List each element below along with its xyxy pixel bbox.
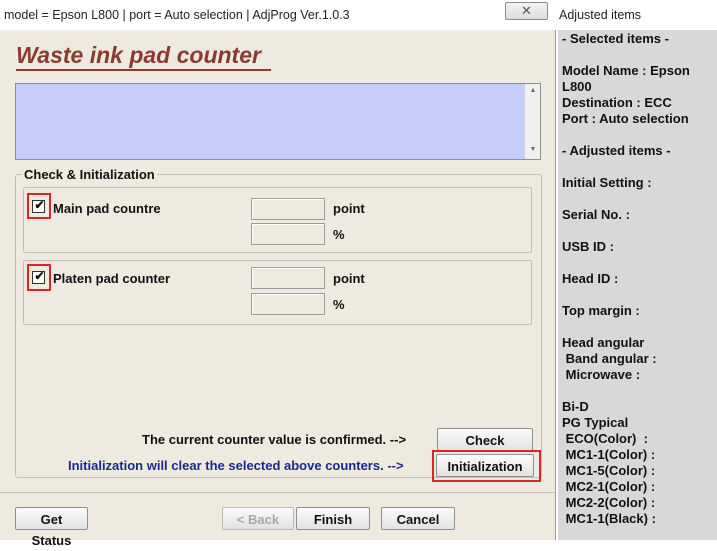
side-line: USB ID : [562,239,614,254]
title-underline [16,69,271,71]
side-line: Band angular : [562,351,657,366]
back-button[interactable]: < Back [222,507,294,530]
message-scrollbar[interactable]: ▲ ▼ [524,84,540,159]
initialization-description: Initialization will clear the selected a… [68,458,404,473]
side-line: - Adjusted items - [562,143,671,158]
side-line: MC2-2(Color) : [562,495,656,510]
platen-pad-label: Platen pad counter [53,271,171,286]
main-pad-percent-unit: % [333,227,345,242]
platen-pad-checkbox[interactable]: ✔ [32,269,45,284]
platen-pad-point-field [251,267,325,289]
side-line: Head ID : [562,271,619,286]
platen-pad-percent-unit: % [333,297,345,312]
main-pad-label: Main pad countre [53,201,161,216]
message-area[interactable]: ▲ ▼ [15,83,541,160]
scroll-down-icon[interactable]: ▼ [525,146,541,153]
side-line: MC1-1(Black) : [562,511,656,526]
side-line: Top margin : [562,303,640,318]
side-line: MC2-1(Color) : [562,479,656,494]
side-line: Port : Auto selection [562,111,689,126]
group-title: Check & Initialization [22,167,157,182]
main-pad-checkbox[interactable]: ✔ [32,198,45,213]
side-line: ECO(Color) : [562,431,648,446]
get-status-button[interactable]: Get Status [15,507,88,548]
check-description: The current counter value is confirmed. … [142,432,407,447]
side-line: PG Typical [562,415,629,430]
close-icon: ✕ [521,3,532,18]
main-pad-point-unit: point [333,201,365,216]
checkmark-icon: ✔ [34,198,45,212]
side-line: Destination : ECC [562,95,672,110]
finish-button[interactable]: Finish [296,507,370,530]
check-button[interactable]: Check [437,428,533,451]
main-pad-point-field [251,198,325,220]
platen-pad-point-unit: point [333,271,365,286]
adjusted-items-title: Adjusted items [559,8,641,22]
side-line: Microwave : [562,367,641,382]
side-line: - Selected items - [562,31,669,46]
initialization-button[interactable]: Initialization [436,454,534,477]
side-line: MC1-1(Color) : [562,447,656,462]
side-line: Model Name : Epson [562,63,690,78]
side-line: Bi-D [562,399,589,414]
side-line: L800 [562,79,592,94]
checkmark-icon: ✔ [34,269,45,283]
cancel-button[interactable]: Cancel [381,507,455,530]
side-line: MC1-5(Color) : [562,463,656,478]
side-line: Head angular [562,335,645,350]
close-button[interactable]: ✕ [505,2,548,20]
side-line: Serial No. : [562,207,630,222]
platen-pad-percent-field [251,293,325,315]
scroll-up-icon[interactable]: ▲ [525,87,541,94]
side-line: Initial Setting : [562,175,652,190]
main-pad-percent-field [251,223,325,245]
footer-divider [0,492,556,493]
window-title: model = Epson L800 | port = Auto selecti… [4,8,350,22]
page-title: Waste ink pad counter [16,42,261,68]
